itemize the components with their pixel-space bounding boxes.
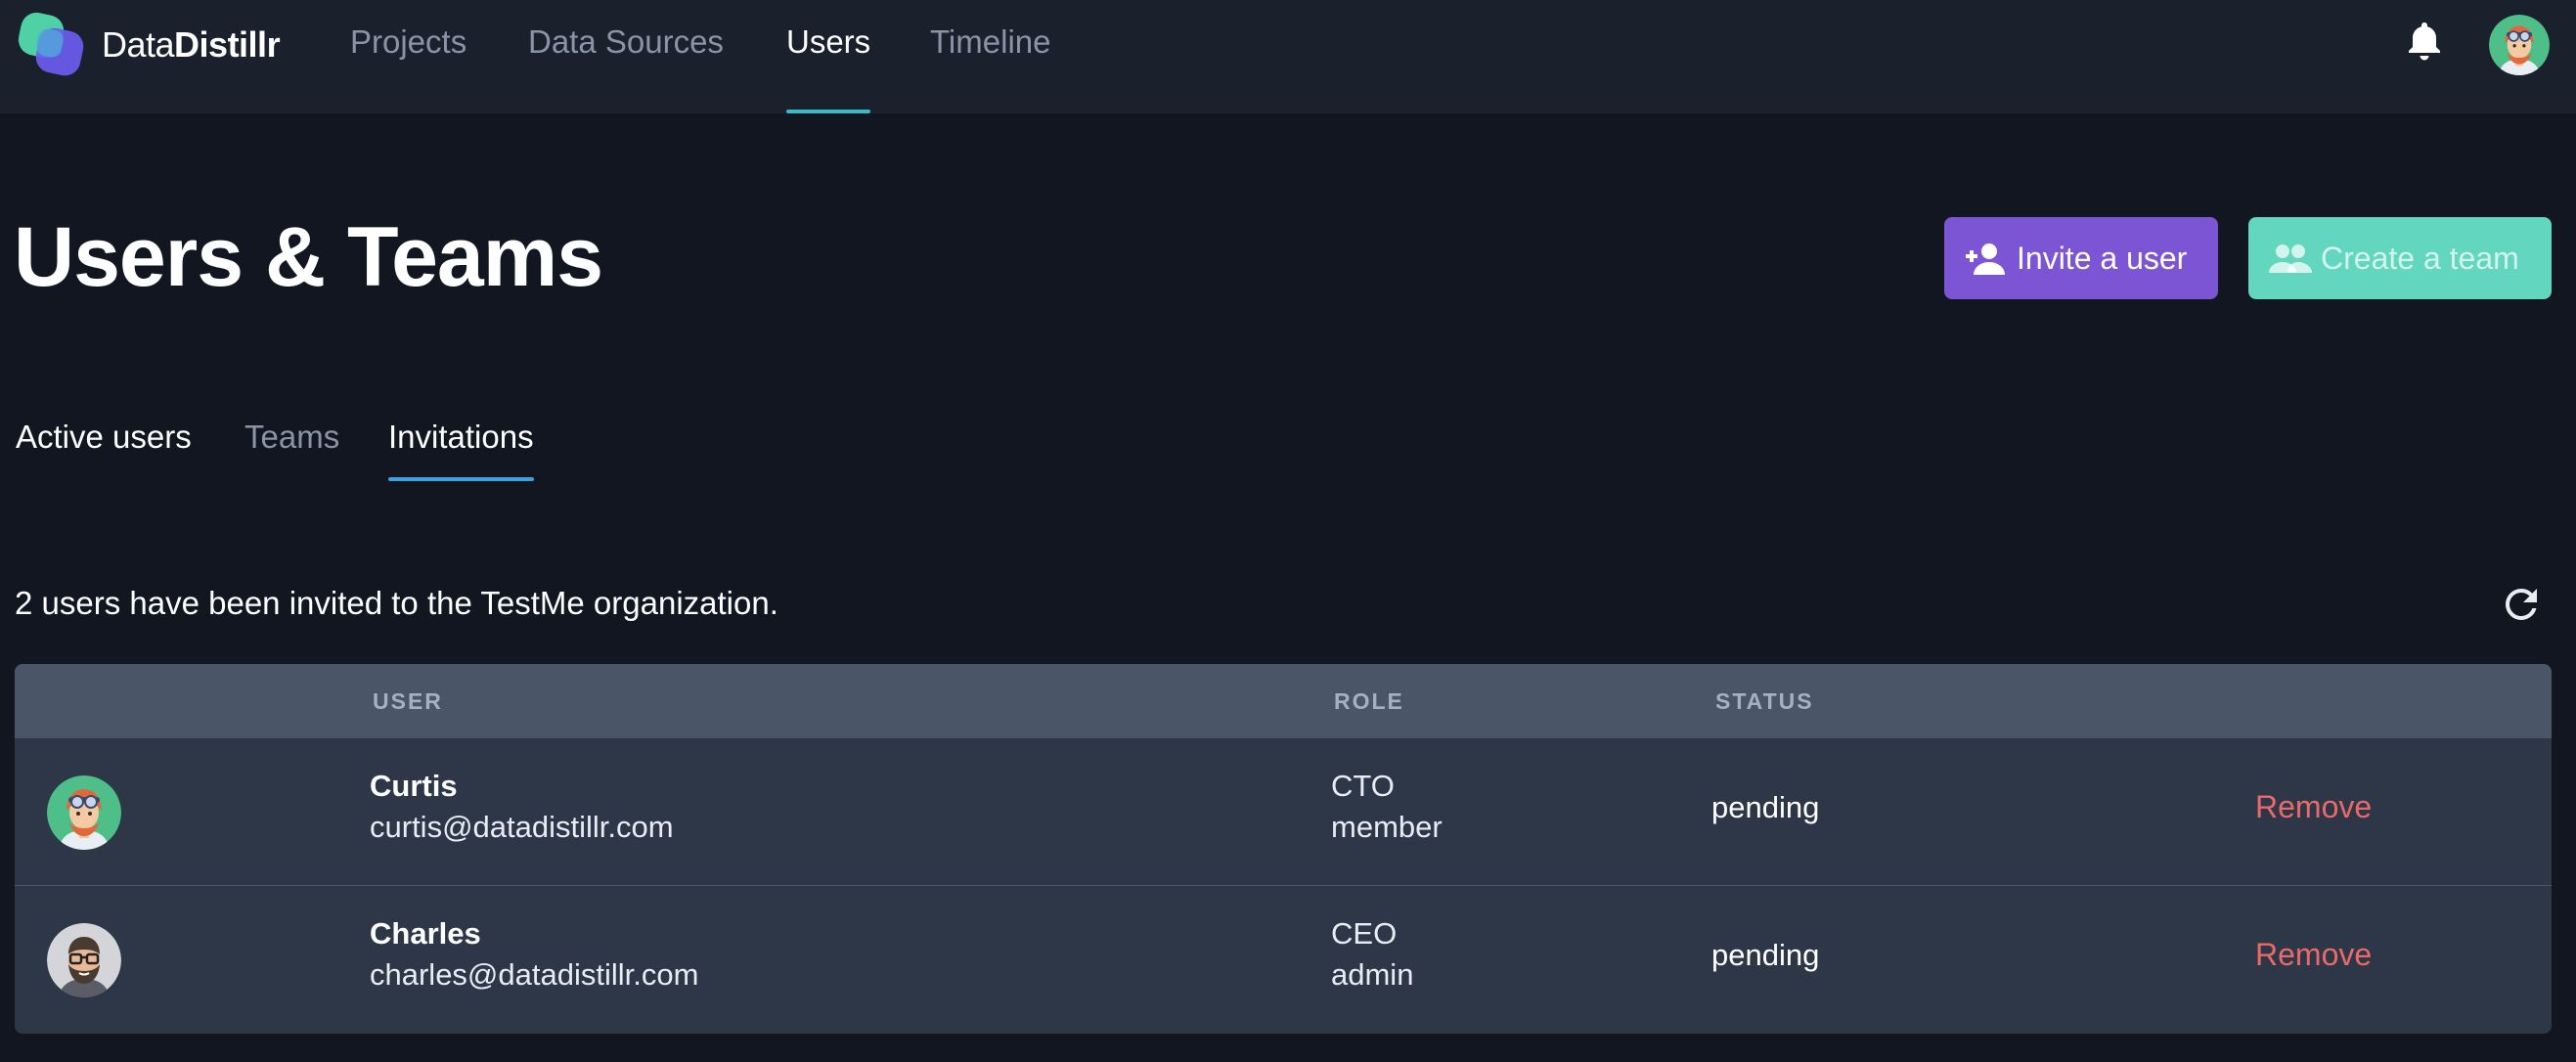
avatar-curtis — [47, 775, 121, 850]
remove-invitation-button[interactable]: Remove — [2255, 937, 2372, 973]
user-title: CTO — [1331, 769, 1395, 803]
brand-name-light: Data — [102, 24, 175, 65]
invitation-status: pending — [1711, 790, 1820, 824]
column-user: USER — [373, 688, 443, 714]
top-navigation: DataDistillr Projects Data Sources Users… — [0, 0, 2576, 113]
user-name: Curtis — [370, 769, 458, 803]
tab-invitations[interactable]: Invitations — [388, 419, 534, 481]
invite-user-button[interactable]: Invite a user — [1944, 217, 2218, 299]
user-role: admin — [1331, 957, 1414, 992]
invite-user-label: Invite a user — [2017, 240, 2188, 276]
user-avatar[interactable] — [2489, 15, 2550, 75]
user-role: member — [1331, 810, 1443, 844]
brand-name-bold: Distillr — [174, 24, 281, 65]
tab-teams[interactable]: Teams — [244, 419, 339, 481]
invitations-table: USER ROLE STATUS Curtis curtis@datadisti… — [15, 664, 2552, 1034]
nav-users[interactable]: Users — [786, 0, 871, 113]
brand-logo[interactable]: DataDistillr — [14, 8, 281, 82]
table-row: Charles charles@datadistillr.com CEO adm… — [15, 885, 2552, 1032]
remove-invitation-button[interactable]: Remove — [2255, 789, 2372, 825]
avatar-curtis-icon — [2489, 15, 2550, 75]
user-email: curtis@datadistillr.com — [370, 810, 674, 844]
user-title: CEO — [1331, 916, 1398, 951]
group-icon — [2269, 244, 2312, 273]
avatar-charles — [47, 923, 121, 997]
bell-icon[interactable] — [2405, 20, 2444, 63]
page-title: Users & Teams — [14, 210, 603, 304]
logo-icon — [18, 12, 84, 76]
brand-name: DataDistillr — [102, 24, 281, 66]
create-team-label: Create a team — [2321, 240, 2519, 276]
avatar-charles-icon — [47, 923, 121, 997]
column-role: ROLE — [1334, 688, 1404, 714]
tab-active-users[interactable]: Active users — [16, 419, 192, 481]
user-name: Charles — [370, 916, 481, 951]
nav-data-sources[interactable]: Data Sources — [528, 0, 724, 113]
avatar-curtis-icon — [47, 775, 121, 850]
column-status: STATUS — [1715, 688, 1814, 714]
create-team-button[interactable]: Create a team — [2248, 217, 2552, 299]
user-email: charles@datadistillr.com — [370, 957, 699, 992]
refresh-icon[interactable] — [2500, 583, 2543, 626]
table-header: USER ROLE STATUS — [15, 664, 2552, 738]
nav-projects[interactable]: Projects — [350, 0, 466, 113]
nav-timeline[interactable]: Timeline — [930, 0, 1050, 113]
table-row: Curtis curtis@datadistillr.com CTO membe… — [15, 738, 2552, 885]
invitation-summary: 2 users have been invited to the TestMe … — [15, 585, 778, 621]
add-person-icon — [1966, 243, 2005, 275]
invitation-status: pending — [1711, 938, 1820, 972]
